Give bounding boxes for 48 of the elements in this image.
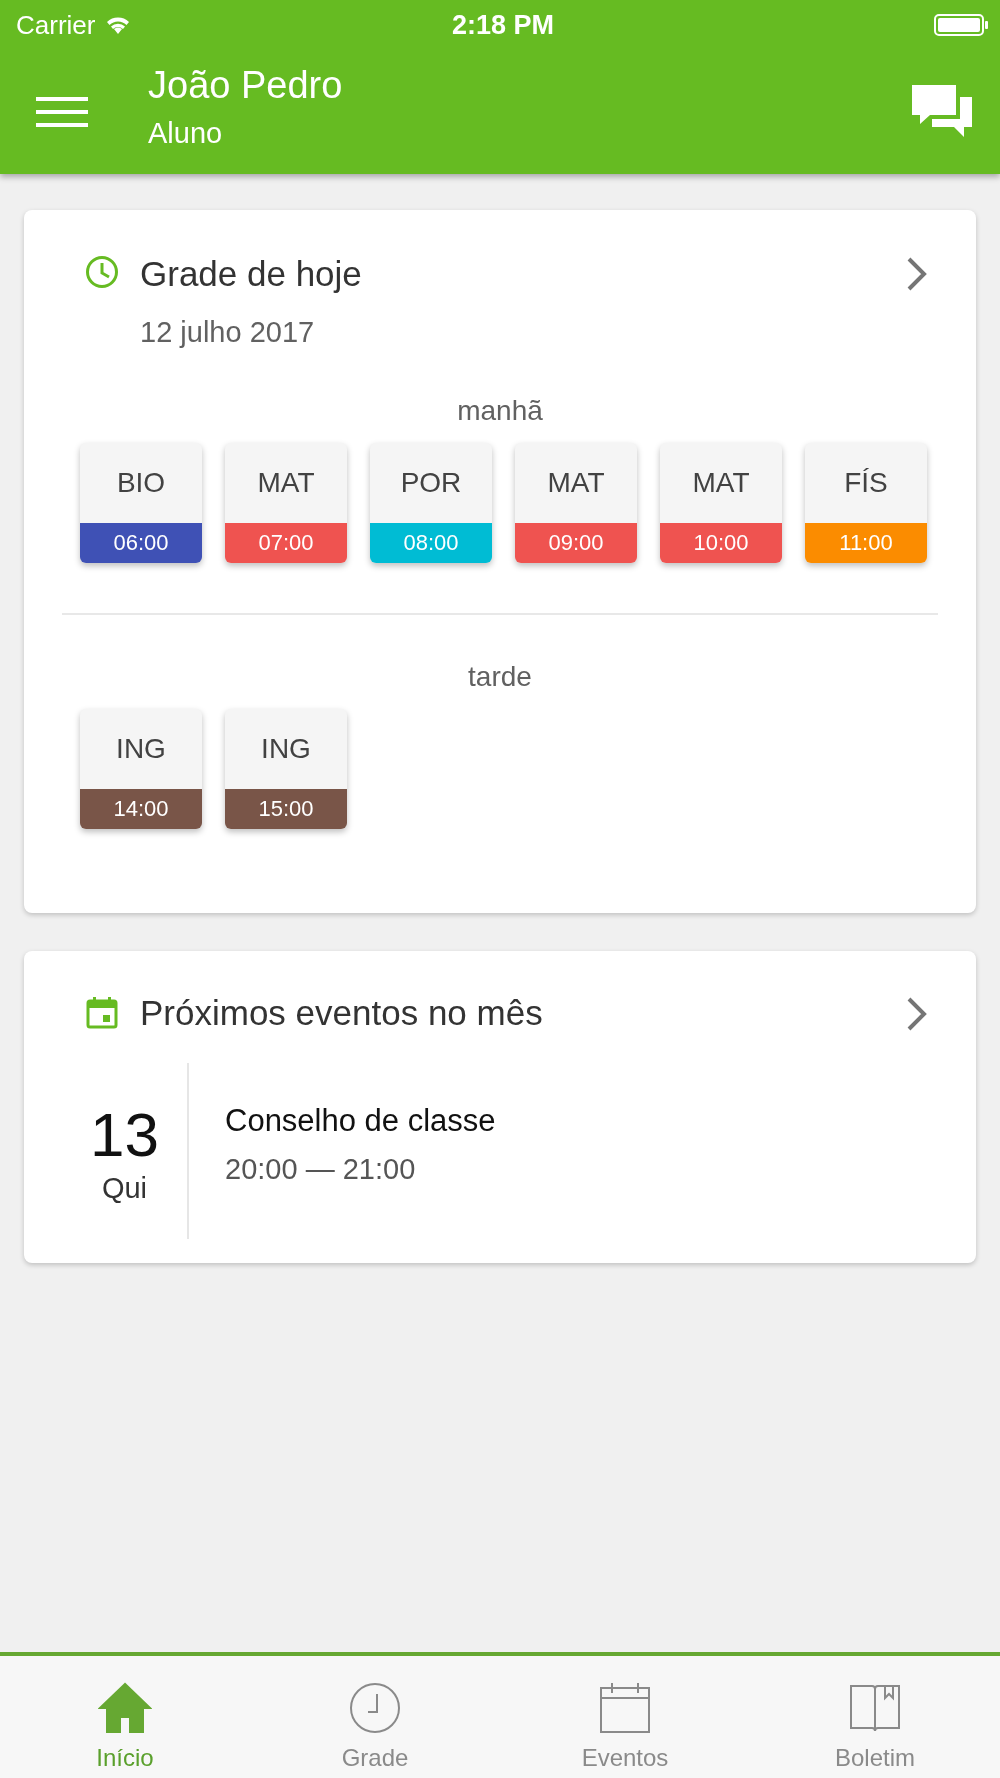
subject-label: MAT xyxy=(256,466,316,500)
class-tile[interactable]: ING 15:00 xyxy=(225,709,347,829)
class-time: 09:00 xyxy=(515,523,637,563)
class-tile[interactable]: BIO 06:00 xyxy=(80,443,202,563)
subject-label: MAT xyxy=(691,466,751,500)
user-role: Aluno xyxy=(148,117,224,150)
user-name: João Pedro xyxy=(148,64,344,107)
class-time: 08:00 xyxy=(370,523,492,563)
class-time: 10:00 xyxy=(660,523,782,563)
book-icon xyxy=(848,1682,902,1734)
class-time: 06:00 xyxy=(80,523,202,563)
card-title: Grade de hoje xyxy=(140,254,363,294)
wifi-icon xyxy=(105,15,132,35)
class-time: 11:00 xyxy=(805,523,927,563)
status-time: 2:18 PM xyxy=(451,9,554,41)
schedule-date: 12 julho 2017 xyxy=(140,316,316,349)
period-label: manhã xyxy=(456,395,544,427)
class-tile[interactable]: MAT 09:00 xyxy=(515,443,637,563)
subject-label: POR xyxy=(399,466,463,500)
battery-icon xyxy=(934,13,990,37)
class-time: 15:00 xyxy=(225,789,347,829)
class-time: 07:00 xyxy=(225,523,347,563)
period-label: tarde xyxy=(467,661,533,693)
subject-label: ING xyxy=(260,732,312,766)
event-time: 20:00 — 21:00 xyxy=(225,1153,417,1186)
event-day: 13 xyxy=(90,1099,159,1170)
subject-label: BIO xyxy=(115,466,167,500)
clock-icon xyxy=(348,1682,402,1734)
class-tile[interactable]: POR 08:00 xyxy=(370,443,492,563)
event-title: Conselho de classe xyxy=(225,1103,496,1139)
home-icon xyxy=(98,1682,152,1734)
subject-label: FÍS xyxy=(843,466,889,500)
subject-label: MAT xyxy=(546,466,606,500)
class-tile[interactable]: MAT 10:00 xyxy=(660,443,782,563)
calendar-icon xyxy=(84,995,120,1031)
class-tile[interactable]: MAT 07:00 xyxy=(225,443,347,563)
clock-icon xyxy=(84,254,120,290)
class-tile[interactable]: FÍS 11:00 xyxy=(805,443,927,563)
chevron-icon[interactable] xyxy=(906,256,928,292)
subject-label: ING xyxy=(115,732,167,766)
class-time: 14:00 xyxy=(80,789,202,829)
chevron-icon[interactable] xyxy=(906,996,928,1032)
carrier-label: Carrier xyxy=(16,9,96,41)
calendar-icon xyxy=(598,1682,652,1734)
card-title: Próximos eventos no mês xyxy=(140,993,544,1033)
event-weekday: Qui xyxy=(101,1172,148,1205)
menu-icon xyxy=(36,95,88,129)
class-tile[interactable]: ING 14:00 xyxy=(80,709,202,829)
